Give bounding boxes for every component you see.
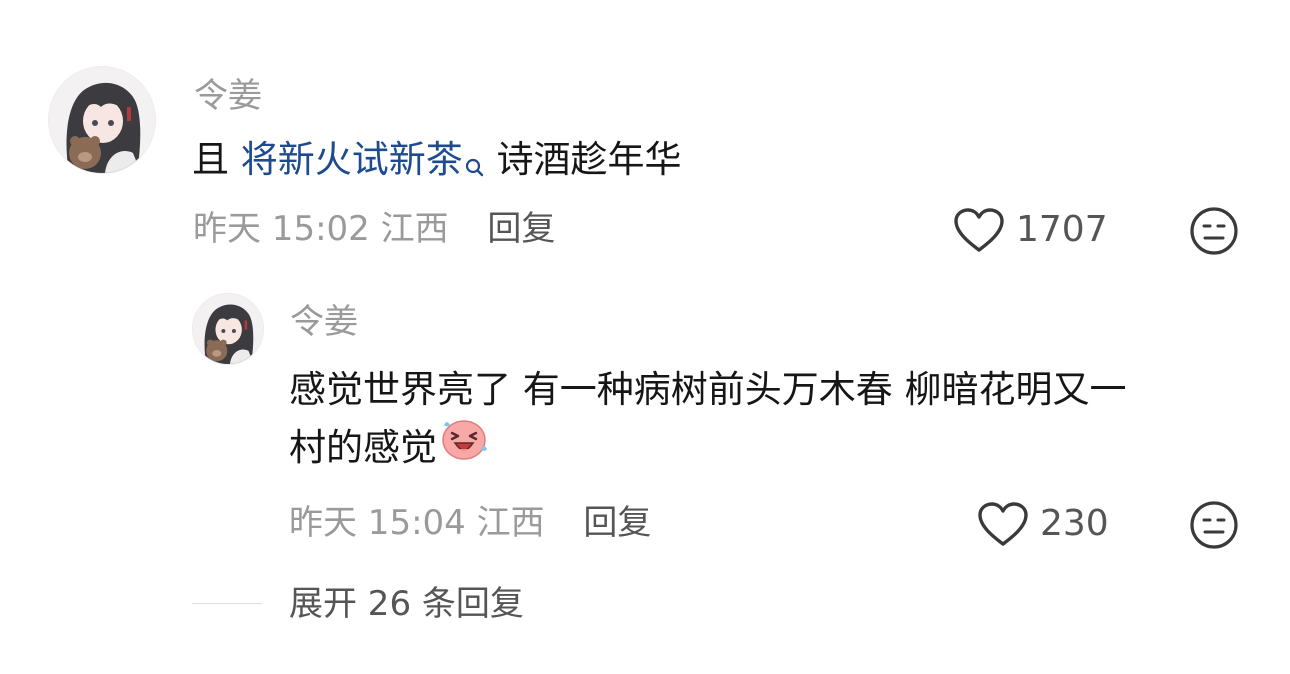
comment-text-prefix: 且 bbox=[192, 138, 241, 181]
reply-reply-button[interactable]: 回复 bbox=[583, 503, 651, 543]
expand-divider bbox=[192, 603, 262, 604]
comment-dislike-button[interactable] bbox=[1189, 206, 1239, 256]
heart-outline-icon[interactable] bbox=[952, 206, 1006, 254]
comment-username[interactable]: 令姜 bbox=[194, 76, 262, 116]
comment-like-count: 1707 bbox=[1016, 209, 1108, 250]
comment-meta: 昨天 15:02 江西 回复 bbox=[193, 209, 555, 249]
laughing-crying-emoji-icon bbox=[439, 413, 489, 480]
avatar-image bbox=[49, 67, 155, 173]
comment-content: 且 将新火试新茶 诗酒趁年华 bbox=[192, 131, 1192, 197]
reply-username[interactable]: 令姜 bbox=[290, 302, 358, 342]
reply-content-line-2: 村的感觉 bbox=[289, 419, 1249, 480]
reply-meta: 昨天 15:04 江西 回复 bbox=[289, 503, 651, 543]
expand-replies-button[interactable]: 展开 26 条回复 bbox=[289, 584, 524, 624]
heart-outline-icon[interactable] bbox=[976, 500, 1030, 548]
reply-dislike-button[interactable] bbox=[1189, 500, 1239, 550]
reply-location: 江西 bbox=[476, 503, 545, 543]
comment-like-button[interactable]: 1707 bbox=[952, 205, 1108, 255]
reply-time: 昨天 15:04 bbox=[289, 503, 466, 543]
search-icon[interactable] bbox=[465, 139, 485, 197]
comment-text-suffix: 诗酒趁年华 bbox=[484, 138, 682, 181]
comment-location: 江西 bbox=[380, 209, 449, 249]
reply-content: 感觉世界亮了 有一种病树前头万木春 柳暗花明又一 村的感觉 bbox=[289, 361, 1249, 480]
reply-content-line-2-text: 村的感觉 bbox=[289, 426, 437, 469]
search-link[interactable]: 将新火试新茶 bbox=[241, 138, 485, 181]
reply-avatar-image bbox=[193, 294, 263, 364]
comment-reply-button[interactable]: 回复 bbox=[487, 209, 555, 249]
reply-like-button[interactable]: 230 bbox=[976, 499, 1109, 549]
reply-like-count: 230 bbox=[1040, 503, 1109, 544]
search-link-text[interactable]: 将新火试新茶 bbox=[241, 138, 463, 181]
neutral-face-icon[interactable] bbox=[1189, 207, 1239, 260]
avatar[interactable] bbox=[48, 66, 156, 174]
reply-avatar[interactable] bbox=[192, 293, 264, 365]
comment-time: 昨天 15:02 bbox=[193, 209, 370, 249]
neutral-face-icon[interactable] bbox=[1189, 501, 1239, 554]
reply-content-line-1: 感觉世界亮了 有一种病树前头万木春 柳暗花明又一 bbox=[289, 368, 1127, 411]
